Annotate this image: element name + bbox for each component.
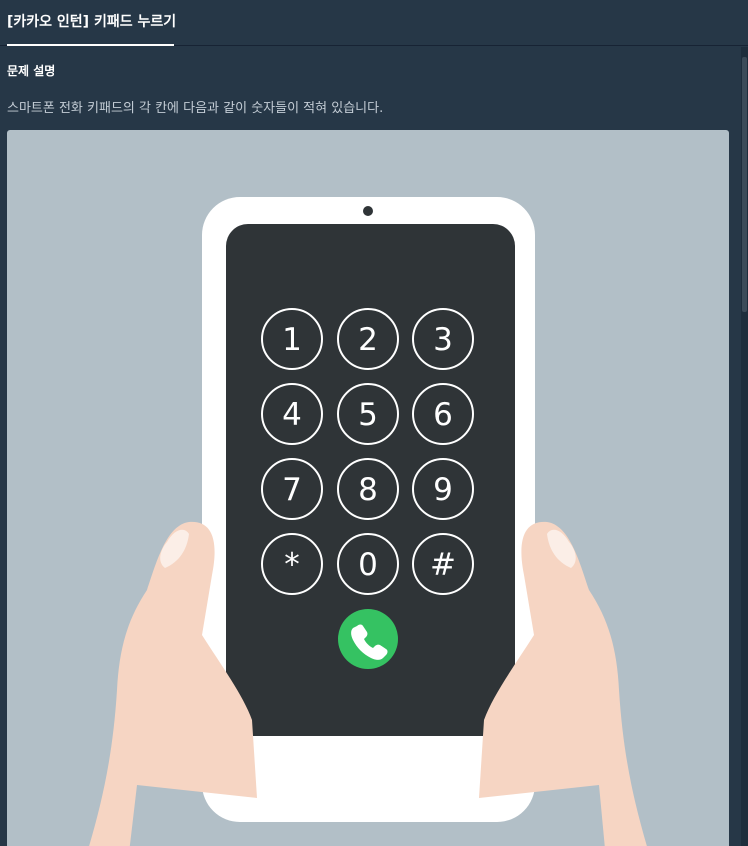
scrollbar[interactable] [741,47,748,846]
keypad-illustration-svg: 1 2 3 4 5 6 7 8 9 * 0 # [89,197,647,846]
keypad-key-label: 5 [358,397,378,433]
tab-problem[interactable]: [카카오 인턴] 키패드 누르기 [7,0,176,46]
problem-content: 문제 설명 스마트폰 전화 키패드의 각 칸에 다음과 같이 숫자들이 적혀 있… [0,47,741,846]
keypad-key-label: 1 [282,322,302,358]
keypad-key-label: 2 [358,322,378,358]
keypad-key-label: * [284,547,300,583]
keypad-key-label: 6 [433,397,453,433]
phone-camera [363,206,373,216]
section-title: 문제 설명 [7,64,56,78]
keypad-key-label: 9 [433,472,453,508]
keypad-key-label: 8 [358,472,378,508]
tab-bar: [카카오 인턴] 키패드 누르기 [0,0,748,46]
call-button [338,609,398,669]
keypad-key-label: 3 [433,322,453,358]
keypad-illustration: 1 2 3 4 5 6 7 8 9 * 0 # [7,130,729,846]
keypad-key-label: 7 [282,472,302,508]
problem-description: 스마트폰 전화 키패드의 각 칸에 다음과 같이 숫자들이 적혀 있습니다. [7,101,384,116]
keypad-key-label: 4 [282,397,302,433]
keypad-key-label: 0 [358,547,378,583]
scroll-thumb[interactable] [742,57,747,312]
keypad-key-label: # [430,547,456,583]
call-button-circle [338,609,398,669]
